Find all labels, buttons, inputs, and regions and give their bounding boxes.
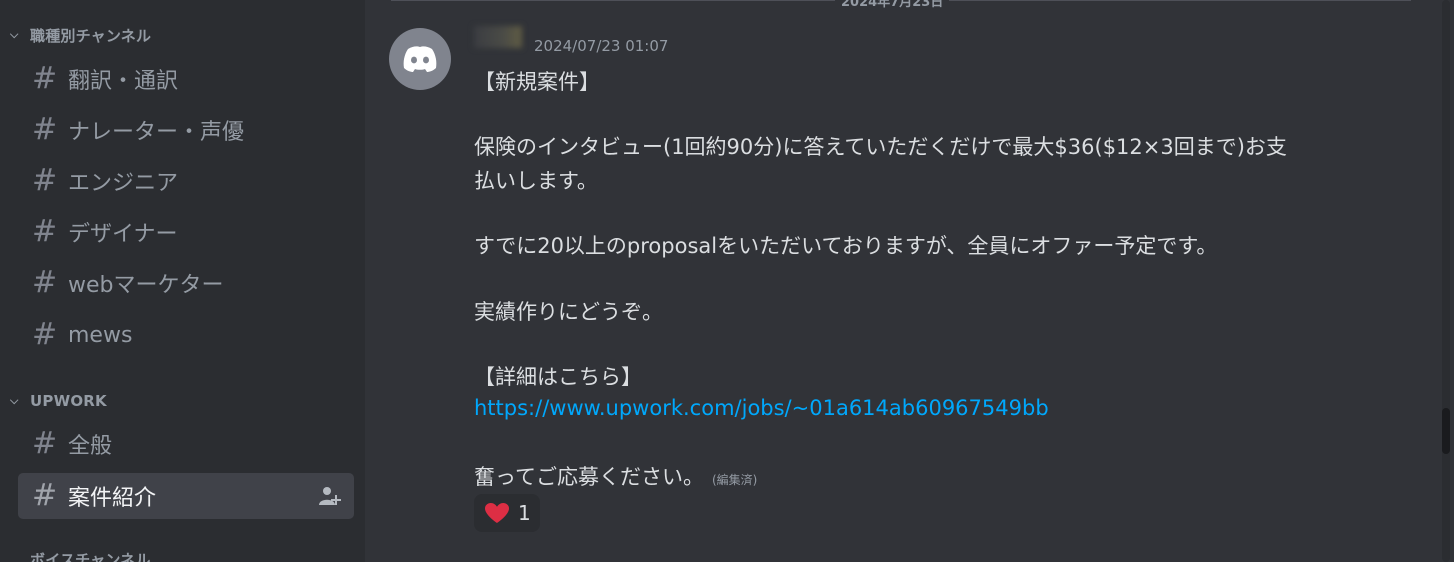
- scrollbar-thumb[interactable]: [1442, 408, 1450, 454]
- category-jobs[interactable]: ⌵ 職種別チャンネル: [10, 24, 151, 46]
- message-last-line: 奮ってご応募ください。 (編集済): [474, 461, 757, 491]
- add-member-icon[interactable]: [318, 485, 342, 507]
- channel-label: webマーケター: [68, 273, 224, 298]
- category-label: UPWORK: [30, 392, 107, 410]
- hashtag-icon: #: [32, 214, 58, 249]
- hashtag-icon: #: [32, 317, 58, 352]
- username-blurred[interactable]: [474, 26, 522, 48]
- channel-label: 案件紹介: [68, 486, 157, 511]
- date-divider-label: 2024年7月23日: [835, 0, 950, 10]
- message-line: 払いします。: [474, 169, 598, 193]
- hashtag-icon: #: [32, 61, 58, 96]
- message-line: 実績作りにどうぞ。: [474, 300, 663, 324]
- job-link[interactable]: https://www.upwork.com/jobs/~01a614ab609…: [474, 396, 1049, 420]
- message-line: 【新規案件】: [474, 70, 600, 94]
- chevron-down-icon: ⌵: [10, 28, 19, 41]
- hashtag-icon: #: [32, 478, 58, 513]
- scrollbar-track[interactable]: [1442, 0, 1450, 562]
- category-label: ボイスチャンネル: [30, 550, 151, 562]
- channel-translation[interactable]: # 翻訳・通訳: [18, 56, 354, 102]
- hashtag-icon: #: [32, 426, 58, 461]
- hashtag-icon: #: [32, 112, 58, 147]
- message-line: すでに20以上のproposalをいただいておりますが、全員にオファー予定です。: [474, 234, 1218, 258]
- channel-label: 全般: [68, 434, 113, 459]
- channel-job-intro[interactable]: # 案件紹介: [18, 473, 354, 519]
- message-line: 奮ってご応募ください。: [474, 465, 704, 489]
- channel-designer[interactable]: # デザイナー: [18, 209, 354, 255]
- reaction-count: 1: [518, 501, 531, 525]
- hashtag-icon: #: [32, 163, 58, 198]
- channel-web-marketer[interactable]: # webマーケター: [18, 260, 354, 306]
- chat-area: 2024年7月23日 2024/07/23 01:07 【新規案件】 保険のイン…: [365, 0, 1454, 562]
- channel-general[interactable]: # 全般: [18, 421, 354, 467]
- channel-label: デザイナー: [68, 222, 178, 247]
- channel-label: エンジニア: [68, 171, 179, 196]
- category-upwork[interactable]: ⌵ UPWORK: [10, 390, 107, 412]
- channel-mews[interactable]: # mews: [18, 312, 354, 358]
- discord-logo-icon: [403, 46, 437, 72]
- message-line: 【詳細はこちら】: [474, 365, 642, 389]
- channel-label: 翻訳・通訳: [68, 69, 179, 94]
- edited-label: (編集済): [711, 473, 758, 487]
- channel-label: mews: [68, 322, 133, 348]
- channel-label: ナレーター・声優: [68, 120, 245, 145]
- category-label: 職種別チャンネル: [30, 26, 152, 45]
- category-voice[interactable]: ⌵ ボイスチャンネル: [10, 548, 151, 562]
- avatar[interactable]: [389, 28, 451, 90]
- channel-sidebar: ⌵ 職種別チャンネル # 翻訳・通訳 # ナレーター・声優 # エンジニア # …: [0, 0, 365, 562]
- chevron-down-icon: ⌵: [10, 394, 19, 407]
- hashtag-icon: #: [32, 265, 58, 300]
- message-timestamp: 2024/07/23 01:07: [534, 37, 669, 55]
- heart-icon: [485, 503, 509, 523]
- reaction-heart[interactable]: 1: [474, 494, 540, 532]
- channel-narrator[interactable]: # ナレーター・声優: [18, 107, 354, 153]
- channel-engineer[interactable]: # エンジニア: [18, 158, 354, 204]
- message-line: 保険のインタビュー(1回約90分)に答えていただくだけで最大$36($12×3回…: [474, 135, 1287, 159]
